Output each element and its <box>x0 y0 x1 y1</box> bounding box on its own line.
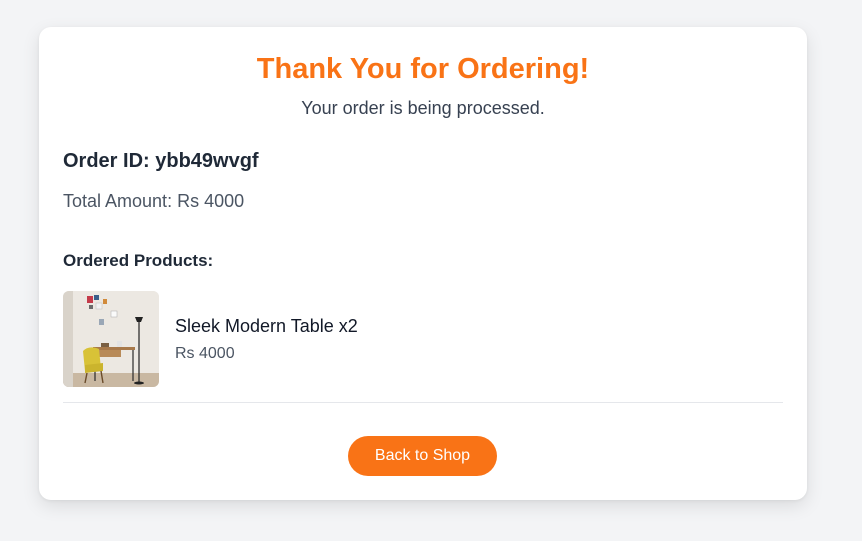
list-item: Sleek Modern Table x2 Rs 4000 <box>63 291 783 403</box>
ordered-products-heading: Ordered Products: <box>63 251 214 270</box>
order-confirmation-card: Thank You for Ordering! Your order is be… <box>39 27 807 500</box>
page-subtitle: Your order is being processed. <box>301 98 545 118</box>
order-id: Order ID: ybb49wvgf <box>63 150 259 172</box>
total-amount: Total Amount: Rs 4000 <box>63 191 245 211</box>
page-title: Thank You for Ordering! <box>256 53 590 85</box>
product-photo-icon <box>63 291 159 387</box>
back-to-shop-button[interactable]: Back to Shop <box>348 436 497 476</box>
product-name: Sleek Modern Table x2 <box>175 316 358 336</box>
product-image <box>63 291 159 387</box>
product-price: Rs 4000 <box>175 345 235 362</box>
